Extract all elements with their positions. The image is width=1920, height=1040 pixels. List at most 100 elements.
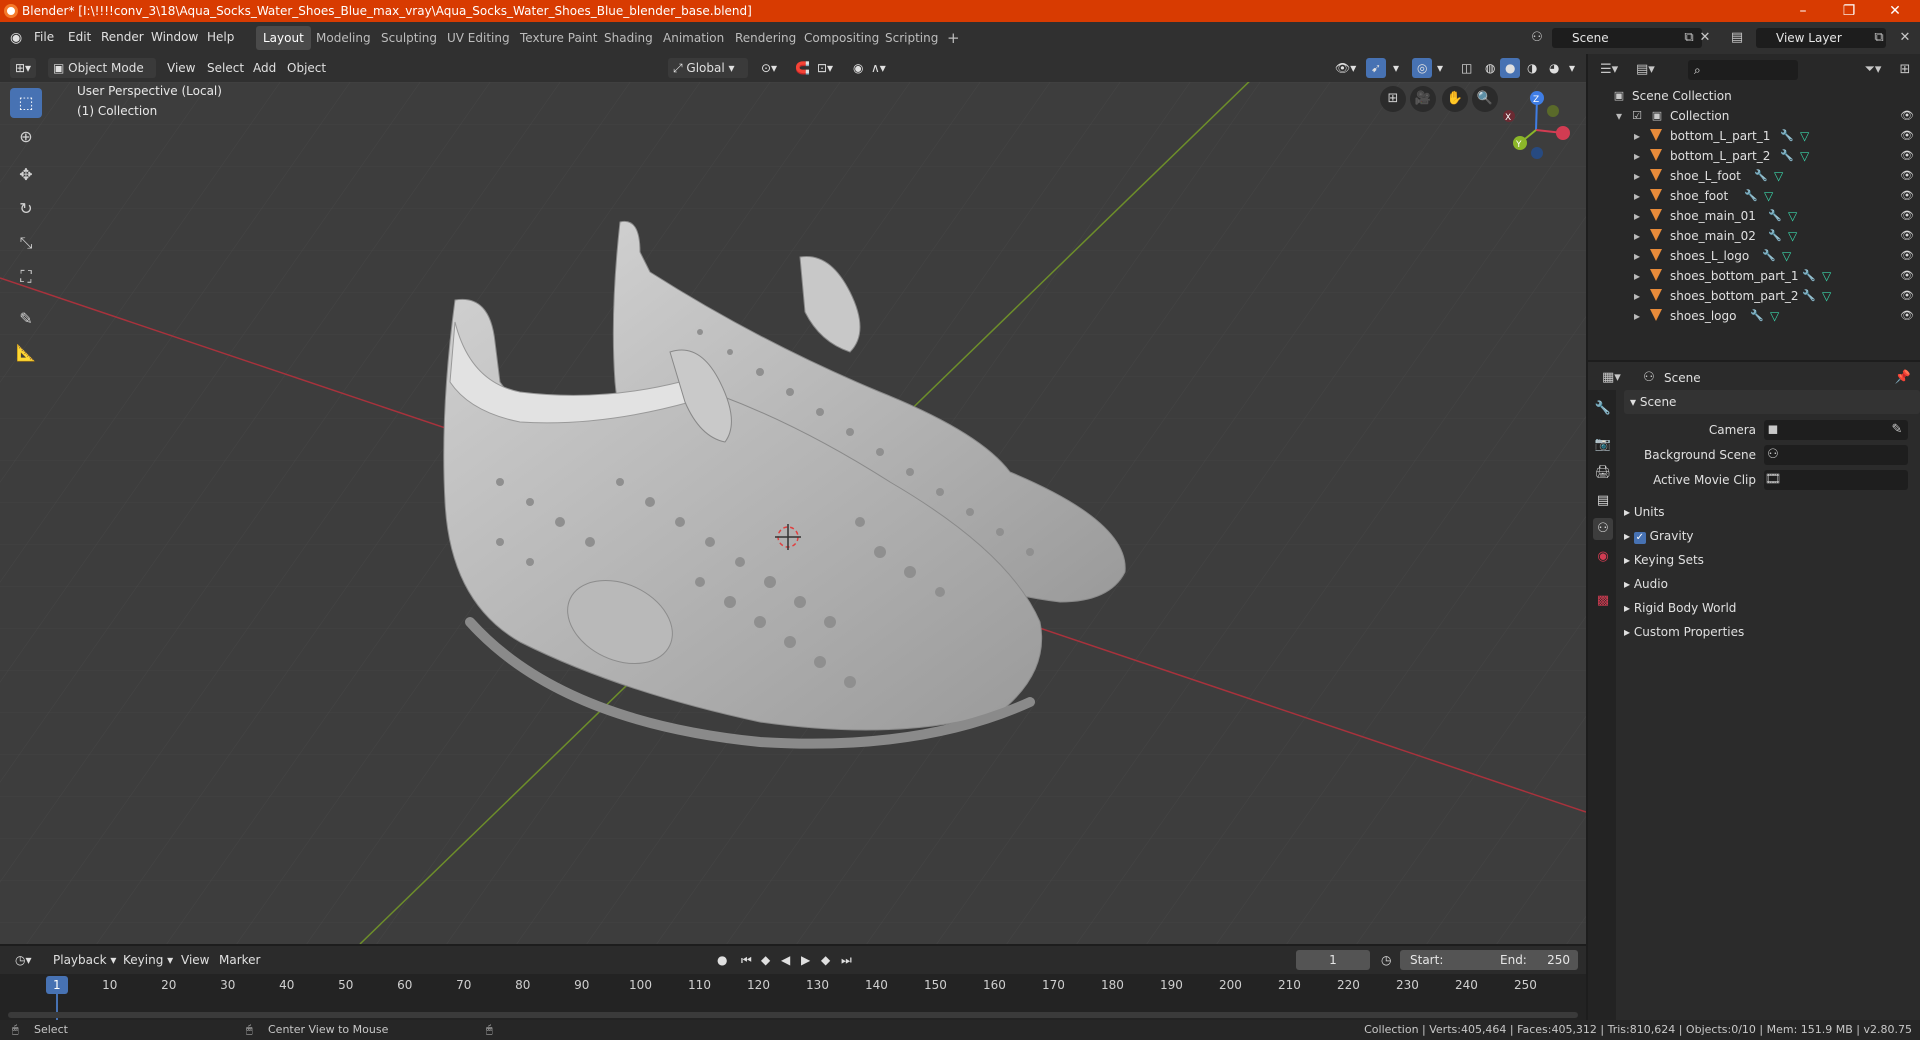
- expand-icon[interactable]: ▸: [1632, 246, 1642, 266]
- gizmo-toggle-icon[interactable]: ➹: [1366, 58, 1387, 78]
- tab-animation[interactable]: Animation: [656, 26, 731, 50]
- scene-tab-icon[interactable]: ⚇: [1593, 518, 1613, 540]
- eye-icon[interactable]: 👁: [1900, 146, 1914, 166]
- tab-texture-paint[interactable]: Texture Paint: [513, 26, 604, 50]
- tool-tab-icon[interactable]: 🔧: [1593, 398, 1613, 420]
- tab-uv-editing[interactable]: UV Editing: [440, 26, 517, 50]
- eyedropper-icon[interactable]: ✎: [1888, 420, 1906, 440]
- zoom-icon[interactable]: 🔍: [1472, 86, 1498, 112]
- mesh-data-icon[interactable]: ▽: [1774, 166, 1783, 186]
- modifier-wrench-icon[interactable]: 🔧: [1744, 186, 1758, 206]
- mesh-data-icon[interactable]: ▽: [1800, 126, 1809, 146]
- jump-end-icon[interactable]: ⏭: [836, 950, 857, 970]
- xray-icon[interactable]: ◫: [1456, 58, 1477, 78]
- playback-menu[interactable]: Playback ▾: [48, 950, 121, 970]
- outliner-item[interactable]: ▸ shoes_logo 🔧 ▽ 👁: [1588, 306, 1920, 326]
- view-layer-tab-icon[interactable]: ▤: [1593, 490, 1613, 512]
- expand-icon[interactable]: ▸: [1632, 266, 1642, 286]
- menu-window[interactable]: Window: [151, 30, 198, 44]
- tab-rendering[interactable]: Rendering: [728, 26, 803, 50]
- measure-tool-icon[interactable]: 📐: [10, 338, 42, 368]
- menu-help[interactable]: Help: [207, 30, 234, 44]
- snap-target-icon[interactable]: ⊡▾: [812, 58, 838, 78]
- properties-editor-type-icon[interactable]: ▦▾: [1602, 368, 1621, 388]
- outliner-item[interactable]: ▸ shoes_bottom_part_2 🔧 ▽ 👁: [1588, 286, 1920, 306]
- checkbox-icon[interactable]: ☑: [1628, 106, 1646, 126]
- tab-modeling[interactable]: Modeling: [309, 26, 378, 50]
- close-button[interactable]: ✕: [1872, 0, 1918, 22]
- mesh-data-icon[interactable]: ▽: [1800, 146, 1809, 166]
- eye-icon[interactable]: 👁: [1900, 186, 1914, 206]
- modifier-wrench-icon[interactable]: 🔧: [1768, 206, 1782, 226]
- transform-tool-icon[interactable]: ⛶: [10, 262, 42, 292]
- menu-add[interactable]: Add: [248, 58, 281, 78]
- add-workspace-button[interactable]: +: [940, 26, 967, 50]
- expand-icon[interactable]: ▸: [1632, 206, 1642, 226]
- pivot-point-icon[interactable]: ⊙▾: [756, 58, 782, 78]
- modifier-wrench-icon[interactable]: 🔧: [1802, 286, 1816, 306]
- current-frame-field[interactable]: 1: [1296, 950, 1370, 970]
- shading-dropdown-icon[interactable]: ▾: [1564, 58, 1580, 78]
- modifier-wrench-icon[interactable]: 🔧: [1802, 266, 1816, 286]
- outliner-item[interactable]: ▸ shoe_main_01 🔧 ▽ 👁: [1588, 206, 1920, 226]
- modifier-wrench-icon[interactable]: 🔧: [1780, 146, 1794, 166]
- eye-icon[interactable]: 👁: [1900, 206, 1914, 226]
- outliner-item[interactable]: ▸ bottom_L_part_1 🔧 ▽ 👁: [1588, 126, 1920, 146]
- blender-menu-icon[interactable]: ◉: [10, 30, 22, 46]
- overlay-toggle-icon[interactable]: ◎: [1412, 58, 1433, 78]
- outliner-item[interactable]: ▸ shoe_L_foot 🔧 ▽ 👁: [1588, 166, 1920, 186]
- menu-view[interactable]: View: [162, 58, 200, 78]
- grid-view-icon[interactable]: ⊞: [1380, 86, 1406, 112]
- record-icon[interactable]: ●: [712, 950, 732, 970]
- outliner-item[interactable]: ▸ shoe_main_02 🔧 ▽ 👁: [1588, 226, 1920, 246]
- timeline-view-menu[interactable]: View: [176, 950, 214, 970]
- outliner-editor-type-icon[interactable]: ☰▾: [1600, 60, 1618, 80]
- expand-icon[interactable]: ▸: [1632, 186, 1642, 206]
- solid-shading-icon[interactable]: ●: [1500, 58, 1521, 78]
- move-tool-icon[interactable]: ✥: [10, 160, 42, 190]
- tab-layout[interactable]: Layout: [256, 26, 311, 50]
- modifier-wrench-icon[interactable]: 🔧: [1762, 246, 1776, 266]
- gravity-panel[interactable]: ▸ ✓ Gravity: [1624, 524, 1914, 548]
- modifier-wrench-icon[interactable]: 🔧: [1750, 306, 1764, 326]
- overlay-dropdown-icon[interactable]: ▾: [1432, 58, 1448, 78]
- expand-icon[interactable]: ▸: [1632, 306, 1642, 326]
- end-frame-field[interactable]: End: 250: [1490, 950, 1578, 970]
- keying-sets-panel[interactable]: ▸ Keying Sets: [1624, 548, 1914, 572]
- outliner-item[interactable]: ▸ shoes_bottom_part_1 🔧 ▽ 👁: [1588, 266, 1920, 286]
- camera-view-icon[interactable]: 🎥: [1410, 86, 1436, 112]
- gravity-checkbox[interactable]: ✓: [1633, 532, 1646, 544]
- wireframe-shading-icon[interactable]: ◍: [1480, 58, 1500, 78]
- minimize-button[interactable]: –: [1780, 0, 1826, 22]
- tab-compositing[interactable]: Compositing: [797, 26, 886, 50]
- select-box-tool-icon[interactable]: ⬚: [10, 88, 42, 118]
- rigid-body-world-panel[interactable]: ▸ Rigid Body World: [1624, 596, 1914, 620]
- eye-icon[interactable]: 👁: [1900, 306, 1914, 326]
- collection-row[interactable]: ▾ ☑ ▣ Collection 👁: [1588, 106, 1920, 126]
- menu-file[interactable]: File: [34, 30, 54, 44]
- visibility-icon[interactable]: 👁▾: [1330, 58, 1361, 78]
- view-layer-selector[interactable]: View Layer: [1756, 28, 1886, 48]
- mesh-data-icon[interactable]: ▽: [1782, 246, 1791, 266]
- marker-menu[interactable]: Marker: [214, 950, 265, 970]
- eye-icon[interactable]: 👁: [1900, 126, 1914, 146]
- tab-scripting[interactable]: Scripting: [878, 26, 945, 50]
- mesh-data-icon[interactable]: ▽: [1822, 266, 1831, 286]
- delete-view-layer-icon[interactable]: ✕: [1896, 28, 1914, 48]
- modifier-wrench-icon[interactable]: 🔧: [1768, 226, 1782, 246]
- outliner-item[interactable]: ▸ bottom_L_part_2 🔧 ▽ 👁: [1588, 146, 1920, 166]
- keying-menu[interactable]: Keying ▾: [118, 950, 178, 970]
- prev-keyframe-icon[interactable]: ◆: [756, 950, 775, 970]
- outliner-search-input[interactable]: ⌕: [1688, 60, 1798, 80]
- editor-type-icon[interactable]: ⊞▾: [10, 58, 37, 78]
- outliner-item[interactable]: ▸ shoes_L_logo 🔧 ▽ 👁: [1588, 246, 1920, 266]
- custom-properties-panel[interactable]: ▸ Custom Properties: [1624, 620, 1914, 644]
- mesh-data-icon[interactable]: ▽: [1822, 286, 1831, 306]
- material-shading-icon[interactable]: ◑: [1522, 58, 1542, 78]
- expand-icon[interactable]: ▸: [1632, 146, 1642, 166]
- expand-icon[interactable]: ▸: [1632, 126, 1642, 146]
- display-mode-icon[interactable]: ▤▾: [1636, 60, 1655, 80]
- maximize-button[interactable]: ❐: [1826, 0, 1872, 22]
- eye-icon[interactable]: 👁: [1900, 166, 1914, 186]
- rotate-tool-icon[interactable]: ↻: [10, 194, 42, 224]
